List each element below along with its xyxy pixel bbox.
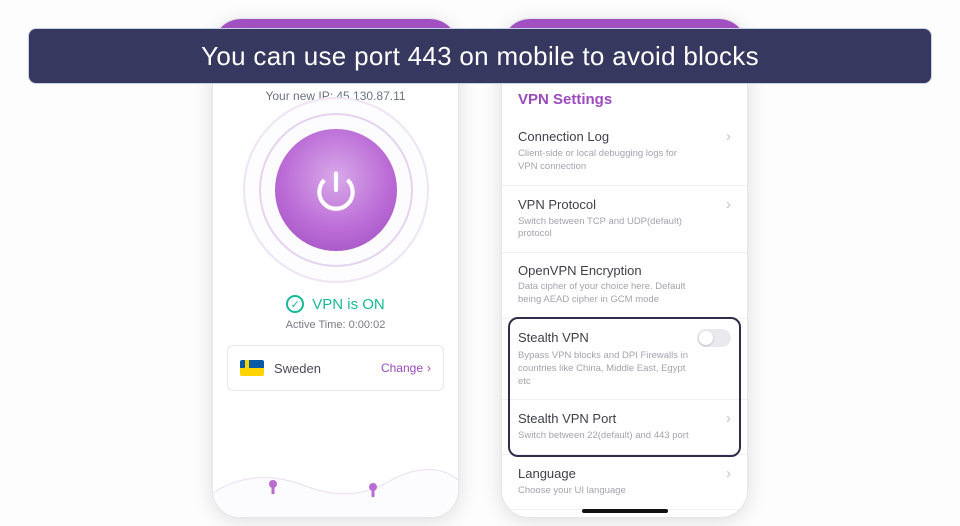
change-server-link[interactable]: Change › [381, 361, 431, 375]
settings-heading: VPN Settings [502, 79, 747, 118]
setting-language[interactable]: Language › Choose your UI language [502, 455, 747, 510]
setting-connection-log[interactable]: Connection Log › Client-side or local de… [502, 118, 747, 186]
vpn-status: ✓ VPN is ON [213, 295, 458, 313]
phone-left: Your new IP: 45.130.87.11 ✓ VPN is ON Ac… [212, 18, 459, 518]
setting-stealth-vpn-port[interactable]: Stealth VPN Port › Switch between 22(def… [502, 400, 747, 455]
power-icon [311, 165, 361, 215]
phone-right: VPN Settings Connection Log › Client-sid… [501, 18, 748, 518]
server-name: Sweden [274, 361, 381, 376]
setting-vpn-protocol[interactable]: VPN Protocol › Switch between TCP and UD… [502, 186, 747, 254]
server-selector[interactable]: Sweden Change › [227, 345, 444, 391]
active-time: Active Time: 0:00:02 [213, 319, 458, 331]
sweden-flag-icon [240, 360, 264, 376]
ip-address-label: Your new IP: 45.130.87.11 [213, 89, 458, 103]
info-banner: You can use port 443 on mobile to avoid … [28, 28, 932, 84]
chevron-right-icon: › [726, 128, 731, 145]
setting-openvpn-encryption[interactable]: OpenVPN Encryption Data cipher of your c… [502, 253, 747, 319]
check-icon: ✓ [286, 295, 304, 313]
chevron-right-icon: › [726, 410, 731, 427]
chevron-right-icon: › [726, 196, 731, 213]
setting-stealth-vpn[interactable]: Stealth VPN Bypass VPN blocks and DPI Fi… [502, 319, 747, 400]
banner-text: You can use port 443 on mobile to avoid … [201, 41, 759, 72]
stealth-vpn-toggle[interactable] [697, 329, 731, 347]
connect-button[interactable] [275, 129, 397, 251]
home-indicator [582, 509, 668, 513]
chevron-right-icon: › [726, 465, 731, 482]
chevron-right-icon: › [427, 361, 431, 375]
map-illustration [213, 445, 459, 518]
status-text: VPN is ON [312, 296, 385, 313]
